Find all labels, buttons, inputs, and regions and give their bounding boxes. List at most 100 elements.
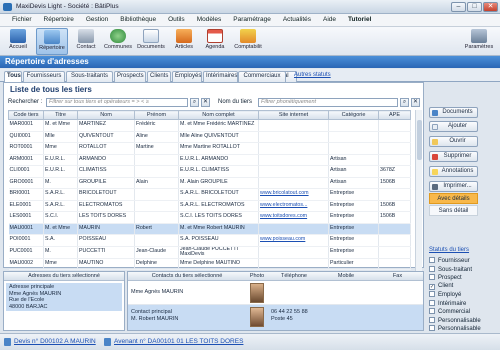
menu-outils[interactable]: Outils (162, 14, 191, 26)
toolbar-communes[interactable]: Communes (102, 28, 134, 55)
col-code-tiers[interactable]: Code tiers (8, 110, 44, 120)
table-cell: ROT0001 (8, 142, 44, 155)
checkbox-icon[interactable]: ✓ (429, 283, 435, 290)
status-checkbox[interactable]: ✓ Client (429, 283, 453, 290)
checkbox-icon[interactable] (429, 316, 435, 323)
status-checkbox[interactable]: Commercial (429, 308, 470, 315)
table-row[interactable]: GRO0001 M. GROUPILE Alain M. Alain GROUPILE A… (8, 177, 411, 189)
table-cell (378, 188, 411, 201)
table-row[interactable]: POI0001 S.A. POISSEAU S.A. POISSEAU www.pois… (8, 234, 411, 247)
table-row[interactable]: PUC0001 M. PUCCETTI Jean-Claude Jean-Claude … (8, 246, 411, 259)
articles-icon (176, 29, 192, 43)
table-cell (328, 119, 379, 132)
menu-modeles[interactable]: Modèles (191, 14, 228, 26)
status-checkbox[interactable]: Prospect (429, 274, 462, 281)
table-cell: ARMANDO (77, 154, 135, 166)
table-row[interactable]: LES0001 S.C.I. LES TOITS DORES S.C.I. LES T… (8, 211, 411, 224)
checkbox-icon[interactable] (429, 274, 435, 280)
col-ape[interactable]: APE (378, 110, 411, 120)
autres-statuts-link[interactable]: Autres statuts (294, 72, 331, 78)
list-scrollbar[interactable] (415, 110, 422, 272)
checkbox-icon[interactable] (429, 299, 435, 306)
table-cell (378, 223, 411, 235)
menu-parametrage[interactable]: Paramétrage (227, 14, 277, 26)
toolbar-comptabilite[interactable]: Comptabilit (231, 28, 265, 55)
table-cell (378, 142, 411, 155)
status-checkbox[interactable]: Employé (429, 291, 461, 298)
address-item[interactable]: Adresse principale Mme Agnès MAURIN Rue … (6, 283, 122, 311)
table-row[interactable]: CLI0001 E.U.R.L. CLIMATISS E.U.R.L. CLIMATI… (8, 165, 411, 178)
toolbar-agenda[interactable]: Agenda (201, 28, 229, 55)
col-telephone: Téléphone (268, 272, 320, 281)
checkbox-icon[interactable] (429, 291, 435, 297)
annotations-button[interactable]: Annotations (429, 166, 478, 177)
table-row[interactable]: ARM0001 E.U.R.L. ARMANDO E.U.R.L. ARMANDO Ar… (8, 154, 411, 166)
checkbox-icon[interactable] (429, 265, 435, 272)
delete-icon (432, 154, 438, 160)
table-row[interactable]: MAU0001 M. et Mme MAURIN Robert M. et Mme Ro… (8, 223, 411, 235)
table-cell: Mme (43, 258, 78, 271)
table-cell: S.A. POISSEAU (178, 234, 259, 247)
toolbar-parametres[interactable]: Paramètres (462, 28, 496, 55)
supprimer-button[interactable]: Supprimer (429, 151, 478, 162)
menu-aide[interactable]: Aide (317, 14, 342, 26)
checkbox-icon[interactable] (429, 308, 435, 314)
status-checkbox[interactable]: Intérimaire (429, 299, 466, 307)
clear-search-icon[interactable]: ✕ (201, 98, 210, 107)
menu-gestion[interactable]: Gestion (80, 14, 114, 26)
col-prenom[interactable]: Prénom (134, 110, 179, 120)
col-nom[interactable]: Nom (77, 110, 135, 120)
table-row[interactable]: ELE0001 S.A.R.L. ELECTROMATOS S.A.R.L. ELEC… (8, 200, 411, 212)
table-cell: S.A.R.L. (43, 200, 78, 212)
contact-row[interactable]: Mme Agnès MAURIN (128, 281, 423, 305)
table-row[interactable]: MAU0002 Mme MAUTINO Delphine Mme Delphine MA… (8, 258, 411, 271)
menu-repertoire[interactable]: Répertoire (38, 14, 80, 26)
toolbar-articles[interactable]: Articles (170, 28, 198, 55)
status-checkbox[interactable]: Sous-traitant (429, 265, 472, 273)
recent-document-link[interactable]: Devis n° D00102 A MAURIN (14, 338, 96, 345)
maximize-button[interactable]: □ (467, 2, 482, 12)
name-filter-input[interactable]: Filtrer phonétiquement (258, 98, 398, 107)
table-row[interactable]: QUI0001 Mlle QUIVENTOUT Aline Mlle Aline QUI… (8, 131, 411, 143)
imprimer-button[interactable]: Imprimer... (429, 181, 478, 192)
col-contacts: Contacts du tiers sélectionné (128, 272, 246, 281)
ajouter-button[interactable]: Ajouter (429, 121, 478, 132)
toolbar-contact[interactable]: Contact (72, 28, 100, 55)
tab-commerciaux[interactable]: Commerciaux (238, 71, 286, 82)
minimize-button[interactable]: – (451, 2, 466, 12)
checkbox-icon[interactable] (429, 325, 435, 331)
checkbox-icon[interactable] (429, 257, 435, 263)
close-button[interactable]: ✕ (483, 2, 498, 12)
menu-tutoriel[interactable]: Tutoriel (342, 14, 377, 26)
clear-name-icon[interactable]: ✕ (411, 98, 420, 107)
col-titre[interactable]: Titre (43, 110, 78, 120)
col-site-internet[interactable]: Site internet (258, 110, 329, 120)
toolbar-accueil[interactable]: Accueil (3, 28, 33, 55)
menu-fichier[interactable]: Fichier (6, 14, 38, 26)
contact-row[interactable]: Contact principal M. Robert MAURIN 06 44… (128, 305, 423, 330)
status-checkbox[interactable]: Fournisseur (429, 257, 470, 264)
col-categorie[interactable]: Catégorie (328, 110, 379, 120)
search-icon[interactable]: ⌕ (190, 98, 199, 107)
toolbar-documents[interactable]: Documents (134, 28, 168, 55)
table-row[interactable]: MAR0001 M. et Mme MARTINEZ Frédéric M. et Mm… (8, 119, 411, 132)
status-checkbox[interactable]: Personnalisable (429, 316, 481, 324)
status-filter-title[interactable]: Statuts du tiers (429, 247, 469, 253)
print-with-details[interactable]: Avec détails (429, 193, 478, 204)
menu-actualites[interactable]: Actualités (277, 14, 317, 26)
table-cell: www.electromatos... (258, 200, 329, 212)
scroll-thumb[interactable] (417, 120, 422, 160)
search-input[interactable]: Filtrer sur tous tiers et opérateurs = >… (46, 98, 188, 107)
table-row[interactable]: BRI0001 S.A.R.L. BRICOLETOUT S.A.R.L. BRICO… (8, 188, 411, 201)
col-nom-complet[interactable]: Nom complet (178, 110, 259, 120)
table-cell: ROTALLOT (77, 142, 135, 155)
menu-bibliotheque[interactable]: Bibliothèque (114, 14, 162, 26)
status-checkbox[interactable]: Personnalisable (429, 325, 481, 332)
print-without-details[interactable]: Sans détail (429, 205, 478, 216)
ouvrir-button[interactable]: Ouvrir (429, 136, 478, 147)
documents-button[interactable]: Documents (429, 107, 478, 118)
toolbar-repertoire[interactable]: Répertoire (36, 28, 68, 55)
recent-document-link[interactable]: Avenant n° DA00101 01 LES TOITS DORES (114, 338, 243, 345)
table-row[interactable]: ROT0001 Mme ROTALLOT Martine Mme Martine ROT… (8, 142, 411, 155)
name-search-icon[interactable]: ⌕ (400, 98, 409, 107)
